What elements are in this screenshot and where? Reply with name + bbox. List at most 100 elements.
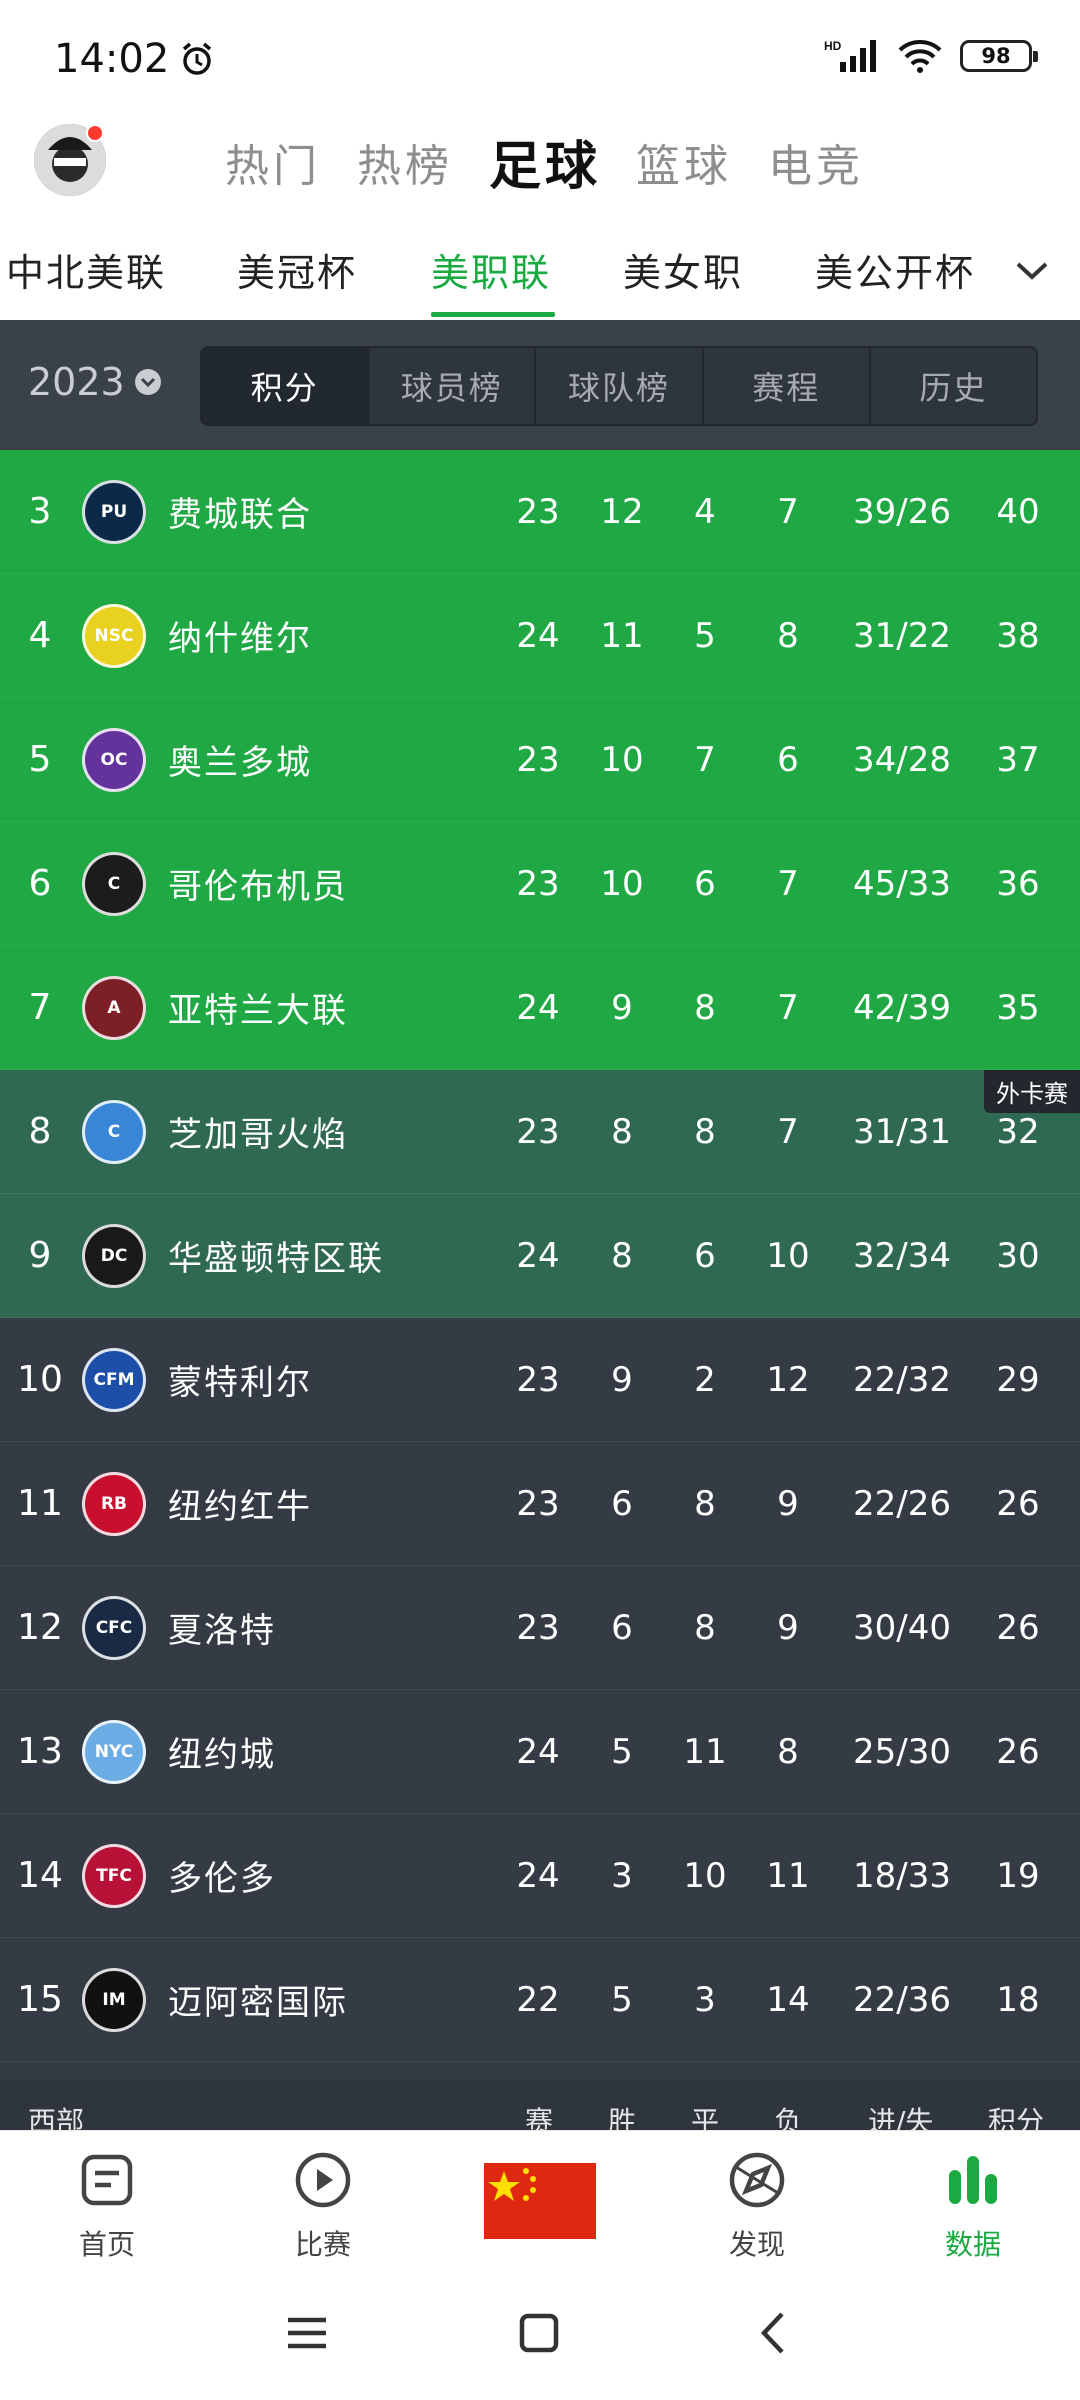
table-row[interactable]: 12 CFC 夏洛特 23 6 8 9 30/40 26 — [0, 1566, 1080, 1690]
bottom-nav: 首页 比赛 发现 数据 — [0, 2130, 1080, 2280]
chevron-down-circle-icon — [134, 369, 161, 395]
goals-value: 32/34 — [853, 1235, 951, 1276]
goals-value: 42/39 — [853, 987, 951, 1028]
chevron-down-icon[interactable] — [1012, 250, 1052, 290]
team-logo-icon: NSC — [82, 603, 146, 668]
tab-league-mls[interactable]: 美职联 — [431, 242, 551, 297]
lost-value: 8 — [777, 615, 799, 656]
team-logo-icon: OC — [82, 727, 146, 792]
tab-league-us-champions-cup[interactable]: 美冠杯 — [237, 242, 357, 297]
app-root: 14:02 HD 98 热门 热榜 足球 篮球 电竞 中北美联 美冠杯 美职联 … — [0, 0, 1080, 2400]
lost-value: 9 — [777, 1483, 799, 1524]
points-value: 40 — [996, 491, 1040, 532]
team-logo-icon: CFC — [82, 1595, 146, 1660]
goals-value: 30/40 — [853, 1607, 951, 1648]
drawn-value: 11 — [683, 1731, 727, 1772]
nav-discover-label: 发现 — [728, 2228, 785, 2261]
drawn-value: 6 — [694, 1235, 716, 1276]
home-square-icon[interactable] — [514, 2308, 564, 2358]
drawn-value: 8 — [694, 1483, 716, 1524]
table-row[interactable]: 3 PU 费城联合 23 12 4 7 39/26 40 — [0, 450, 1080, 574]
team-name: 亚特兰大联 — [168, 991, 348, 1031]
nav-matches-label: 比赛 — [294, 2228, 351, 2261]
points-value: 19 — [996, 1855, 1040, 1896]
segment-player-rankings[interactable]: 球员榜 — [369, 348, 537, 424]
won-value: 5 — [611, 1731, 633, 1772]
tab-league-nwsl[interactable]: 美女职 — [623, 242, 743, 297]
drawn-value: 4 — [694, 491, 716, 532]
won-value: 6 — [611, 1483, 633, 1524]
points-value: 38 — [996, 615, 1040, 656]
tab-esports[interactable]: 电竞 — [768, 130, 864, 194]
tab-football[interactable]: 足球 — [489, 124, 601, 199]
played-value: 22 — [516, 1979, 560, 2020]
tab-basketball[interactable]: 篮球 — [636, 130, 732, 194]
sport-tabs: 热门 热榜 足球 篮球 电竞 — [0, 112, 1080, 232]
drawn-value: 7 — [694, 739, 716, 780]
battery-indicator: 98 — [960, 40, 1038, 72]
table-row[interactable]: 4 NSC 纳什维尔 24 11 5 8 31/22 38 — [0, 574, 1080, 698]
table-row[interactable]: 10 CFM 蒙特利尔 23 9 2 12 22/32 29 — [0, 1318, 1080, 1442]
team-rank: 12 — [17, 1607, 63, 1648]
drawn-value: 8 — [694, 1111, 716, 1152]
team-rank: 14 — [17, 1855, 63, 1896]
table-row[interactable]: 6 C 哥伦布机员 23 10 6 7 45/33 36 — [0, 822, 1080, 946]
tab-league-us-open-cup[interactable]: 美公开杯 — [815, 242, 975, 297]
table-row[interactable]: 7 A 亚特兰大联 24 9 8 7 42/39 35 — [0, 946, 1080, 1070]
won-value: 8 — [611, 1235, 633, 1276]
tab-ranking[interactable]: 热榜 — [357, 130, 453, 194]
team-logo-icon: NYC — [82, 1719, 146, 1784]
back-icon[interactable] — [750, 2308, 800, 2358]
status-bar: 14:02 HD 98 — [0, 0, 1080, 110]
segment-team-rankings[interactable]: 球队榜 — [536, 348, 704, 424]
team-logo-icon: PU — [82, 479, 146, 544]
lost-value: 7 — [777, 863, 799, 904]
tab-hot[interactable]: 热门 — [225, 130, 321, 194]
lost-value: 10 — [766, 1235, 810, 1276]
table-row[interactable]: 13 NYC 纽约城 24 5 11 8 25/30 26 — [0, 1690, 1080, 1814]
points-value: 32 — [996, 1111, 1040, 1152]
team-name: 华盛顿特区联 — [168, 1239, 384, 1279]
team-name: 多伦多 — [168, 1859, 276, 1899]
points-value: 30 — [996, 1235, 1040, 1276]
table-row[interactable]: 8 C 芝加哥火焰 23 8 8 7 31/31 32 外卡赛 — [0, 1070, 1080, 1194]
season-selector[interactable]: 2023 — [28, 360, 163, 404]
won-value: 8 — [611, 1111, 633, 1152]
nav-matches[interactable]: 比赛 — [248, 2145, 398, 2263]
team-name: 奥兰多城 — [168, 743, 312, 783]
points-value: 35 — [996, 987, 1040, 1028]
nav-data[interactable]: 数据 — [898, 2145, 1048, 2263]
points-value: 29 — [996, 1359, 1040, 1400]
table-row[interactable]: 5 OC 奥兰多城 23 10 7 6 34/28 37 — [0, 698, 1080, 822]
table-row[interactable]: 11 RB 纽约红牛 23 6 8 9 22/26 26 — [0, 1442, 1080, 1566]
segment-standings[interactable]: 积分 — [202, 348, 370, 424]
table-row[interactable]: 15 IM 迈阿密国际 22 5 3 14 22/36 18 — [0, 1938, 1080, 2062]
table-row[interactable]: 14 TFC 多伦多 24 3 10 11 18/33 19 — [0, 1814, 1080, 1938]
nav-discover[interactable]: 发现 — [682, 2145, 832, 2263]
system-nav-bar — [0, 2280, 1080, 2400]
data-segment-control: 积分 球员榜 球队榜 赛程 历史 — [200, 346, 1038, 426]
team-name: 蒙特利尔 — [168, 1363, 312, 1403]
home-doc-icon — [81, 2154, 133, 2206]
team-rank: 6 — [28, 863, 52, 904]
points-value: 26 — [996, 1607, 1040, 1648]
goals-value: 25/30 — [853, 1731, 951, 1772]
points-value: 26 — [996, 1483, 1040, 1524]
segment-schedule[interactable]: 赛程 — [704, 348, 871, 424]
won-value: 3 — [611, 1855, 633, 1896]
wifi-icon — [898, 40, 942, 73]
table-row[interactable]: 9 DC 华盛顿特区联 24 8 6 10 32/34 30 — [0, 1194, 1080, 1318]
team-rank: 5 — [28, 739, 52, 780]
menu-icon[interactable] — [282, 2308, 332, 2358]
played-value: 24 — [516, 1731, 560, 1772]
header-goals: 进/失 — [868, 2105, 934, 2130]
clock-text: 14:02 — [54, 36, 170, 82]
drawn-value: 3 — [694, 1979, 716, 2020]
segment-history[interactable]: 历史 — [871, 348, 1036, 424]
nav-home[interactable]: 首页 — [32, 2145, 182, 2263]
china-flag-button[interactable] — [484, 2163, 596, 2239]
played-value: 23 — [516, 739, 560, 780]
tab-league-concacaf[interactable]: 中北美联 — [6, 242, 166, 297]
team-rank: 3 — [28, 491, 52, 532]
team-name: 纽约城 — [168, 1735, 276, 1775]
